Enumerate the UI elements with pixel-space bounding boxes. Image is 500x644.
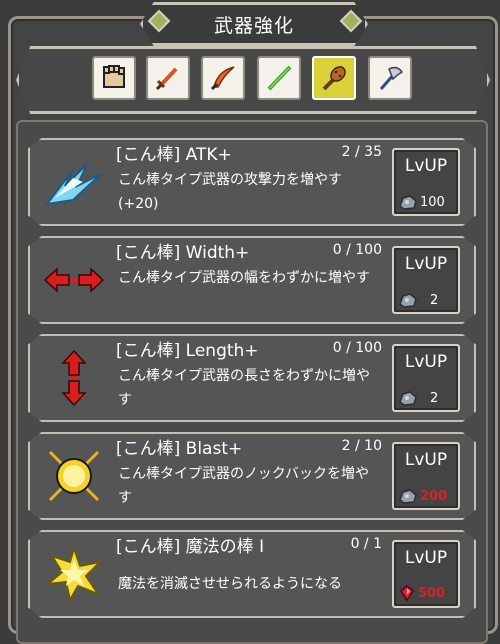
upgrade-title: [こん棒] 魔法の棒 I [116,537,265,557]
upgrade-count: 0 / 100 [332,340,382,356]
tab-scimitar[interactable] [201,56,245,100]
ore-icon [399,293,417,308]
upgrade-card-blast: [こん棒] Blast+ 2 / 10 こん棒タイプ武器のノックバックを増やす … [28,432,476,520]
upgrade-title: [こん棒] Blast+ [116,439,243,459]
cost-value-insufficient: 200 [420,488,448,504]
upgrade-card-length: [こん棒] Length+ 0 / 100 こん棒タイプ武器の長さをわずかに増や… [28,334,476,422]
glove-icon [103,65,125,88]
tab-sword[interactable] [146,56,190,100]
page-title-text: 武器強化 [213,14,294,37]
cost-value: 100 [420,194,445,210]
upgrade-description: こん棒タイプ武器の攻撃力を増やす(+20) [118,172,342,212]
lvup-cost: 2 [398,292,438,308]
blast-icon [42,446,106,506]
upgrade-description: こん棒タイプ武器の長さをわずかに増やす [118,368,370,408]
lvup-button[interactable]: LvUP 200 [392,442,460,510]
lvup-button[interactable]: LvUP 100 [392,148,460,216]
scimitar-icon [210,66,235,91]
cost-value: 2 [430,390,439,406]
upgrade-count: 0 / 100 [332,242,382,258]
upgrade-title: [こん棒] Width+ [116,243,250,263]
gem-icon [400,585,414,602]
cost-value-insufficient: 500 [418,585,446,601]
sword-icon [155,67,178,91]
upgrade-card-atk: [こん棒] ATK+ 2 / 35 こん棒タイプ武器の攻撃力を増やす(+20) … [28,138,476,226]
weapon-type-tabs [16,46,490,114]
lvup-button[interactable]: LvUP 500 [392,540,460,608]
lvup-label: LvUP [404,450,448,470]
lvup-cost: 2 [398,390,438,406]
tab-staff[interactable] [257,56,301,100]
tab-glove[interactable] [92,56,136,100]
upgrade-title: [こん棒] ATK+ [116,145,232,165]
cost-value: 2 [430,292,439,308]
upgrade-description: 魔法を消滅させせられるようになる [118,576,342,592]
lvup-label: LvUP [404,548,448,568]
magic-star-icon [42,544,106,604]
upgrade-card-width: [こん棒] Width+ 0 / 100 こん棒タイプ武器の幅をわずかに増やす … [28,236,476,324]
ore-icon [399,195,417,210]
ore-icon [399,391,417,406]
tab-axe[interactable] [368,56,412,100]
lvup-label: LvUP [404,156,448,176]
lvup-cost: 200 [398,488,447,504]
lvup-button[interactable]: LvUP 2 [392,246,460,314]
staff-icon [267,65,292,91]
page-title: 武器強化 [140,2,368,46]
club-icon [322,66,346,91]
lvup-cost: 100 [398,194,445,210]
upgrade-description: こん棒タイプ武器のノックバックを増やす [118,466,370,506]
length-arrows-icon [42,348,106,408]
upgrade-card-magic-staff: [こん棒] 魔法の棒 I 0 / 1 魔法を消滅させせられるようになる LvUP… [28,530,476,618]
upgrade-description: こん棒タイプ武器の幅をわずかに増やす [118,270,370,286]
upgrade-title: [こん棒] Length+ [116,341,259,361]
width-arrows-icon [42,250,106,310]
lvup-cost: 500 [398,584,445,602]
lvup-label: LvUP [404,352,448,372]
axe-icon [379,66,404,90]
upgrade-count: 2 / 10 [341,438,382,454]
lvup-label: LvUP [404,254,448,274]
lvup-button[interactable]: LvUP 2 [392,344,460,412]
tab-club[interactable] [312,56,356,100]
atk-icon [42,152,106,212]
upgrade-count: 2 / 35 [341,144,382,160]
ore-icon [399,489,417,504]
upgrade-count: 0 / 1 [350,536,382,552]
